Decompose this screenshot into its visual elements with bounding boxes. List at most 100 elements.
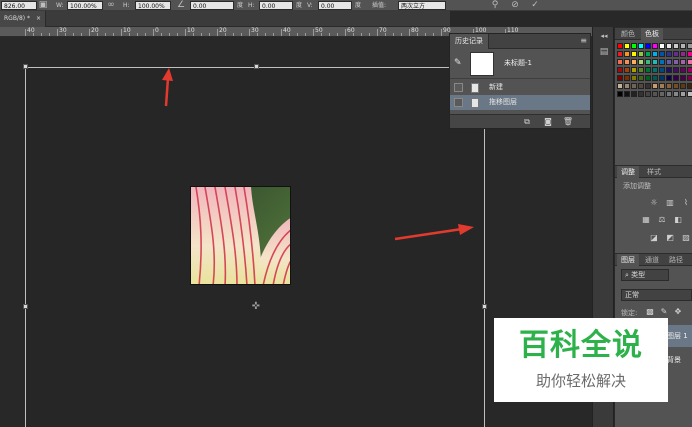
gradient-map-icon[interactable]: ▨ [681, 233, 691, 243]
brightness-icon[interactable]: ☼ [649, 198, 659, 208]
commit-transform-icon[interactable]: ✓ [530, 0, 540, 10]
invert-icon[interactable]: ◪ [649, 233, 659, 243]
color-swatch[interactable] [631, 83, 637, 89]
color-swatch[interactable] [631, 43, 637, 49]
lock-position-icon[interactable]: ✥ [673, 307, 683, 317]
color-swatch[interactable] [617, 83, 623, 89]
color-swatch[interactable] [673, 75, 679, 81]
color-swatch[interactable] [659, 83, 665, 89]
color-swatch[interactable] [666, 91, 672, 97]
hskew-field[interactable]: 0.00 [259, 1, 293, 10]
color-swatch[interactable] [652, 83, 658, 89]
color-swatch[interactable] [617, 43, 623, 49]
color-swatch[interactable] [680, 75, 686, 81]
tab-channels[interactable]: 通道 [641, 254, 663, 266]
collapse-dock-icon[interactable]: ◂◂ [596, 29, 612, 43]
color-swatch[interactable] [652, 43, 658, 49]
color-swatch[interactable] [645, 59, 651, 65]
transform-reference-point-icon[interactable]: ✜ [251, 302, 261, 312]
warp-mode-icon[interactable]: ⚲ [490, 0, 500, 10]
color-swatch[interactable] [687, 83, 692, 89]
color-swatch[interactable] [652, 59, 658, 65]
levels-icon[interactable]: ▥ [665, 198, 675, 208]
x-position-field[interactable]: 826.00 [1, 1, 37, 10]
color-swatch[interactable] [624, 91, 630, 97]
color-swatch[interactable] [624, 51, 630, 57]
color-swatch[interactable] [666, 51, 672, 57]
width-field[interactable]: 100.00% [67, 1, 103, 10]
color-swatch[interactable] [659, 91, 665, 97]
color-swatch[interactable] [687, 91, 692, 97]
history-source-box[interactable] [454, 98, 463, 107]
color-swatch[interactable] [638, 91, 644, 97]
new-document-from-state-icon[interactable]: ⧉ [521, 116, 533, 127]
document-tab-close[interactable]: × [36, 15, 41, 22]
color-swatch[interactable] [645, 67, 651, 73]
delete-state-icon[interactable]: 🗑 [562, 116, 574, 127]
color-swatch[interactable] [666, 43, 672, 49]
height-field[interactable]: 100.00% [135, 1, 171, 10]
color-swatch[interactable] [687, 67, 692, 73]
color-swatch[interactable] [645, 83, 651, 89]
tab-history[interactable]: 历史记录 [450, 34, 489, 49]
reference-point-icon[interactable]: ▣ [38, 0, 48, 10]
color-swatch[interactable] [687, 59, 692, 65]
interpolation-select[interactable]: 两次立方 [398, 1, 446, 10]
color-swatch[interactable] [631, 51, 637, 57]
cancel-transform-icon[interactable]: ⊘ [510, 0, 520, 10]
lock-transparent-icon[interactable]: ▩ [645, 307, 655, 317]
color-swatch[interactable] [673, 43, 679, 49]
color-swatch[interactable] [638, 75, 644, 81]
transform-handle-top-center[interactable] [254, 64, 259, 69]
color-swatch[interactable] [659, 67, 665, 73]
color-swatch[interactable] [624, 43, 630, 49]
new-snapshot-icon[interactable]: ◙ [542, 116, 554, 127]
color-swatch[interactable] [631, 59, 637, 65]
swatch-grid[interactable] [615, 41, 692, 101]
tab-swatches[interactable]: 色板 [641, 28, 663, 40]
tab-color[interactable]: 颜色 [617, 28, 639, 40]
history-brush-icon[interactable]: ✎ [454, 58, 462, 68]
color-swatch[interactable] [652, 91, 658, 97]
color-swatch[interactable] [624, 75, 630, 81]
vskew-field[interactable]: 0.00 [318, 1, 352, 10]
transform-handle-middle-left[interactable] [23, 304, 28, 309]
color-swatch[interactable] [666, 75, 672, 81]
transform-handle-middle-right[interactable] [482, 304, 487, 309]
color-swatch[interactable] [645, 91, 651, 97]
history-source-box[interactable] [454, 83, 463, 92]
color-swatch[interactable] [673, 83, 679, 89]
tab-paths[interactable]: 路径 [665, 254, 687, 266]
color-swatch[interactable] [687, 43, 692, 49]
color-swatch[interactable] [638, 83, 644, 89]
tab-styles[interactable]: 样式 [643, 166, 665, 178]
color-swatch[interactable] [631, 91, 637, 97]
transform-handle-top-left[interactable] [23, 64, 28, 69]
rotate-angle-field[interactable]: 0.00 [190, 1, 234, 10]
color-swatch[interactable] [631, 67, 637, 73]
history-item-new[interactable]: 新建 [450, 80, 590, 95]
tab-adjustments[interactable]: 调整 [617, 166, 639, 178]
color-swatch[interactable] [645, 43, 651, 49]
color-swatch[interactable] [631, 75, 637, 81]
color-swatch[interactable] [680, 59, 686, 65]
color-swatch[interactable] [624, 59, 630, 65]
color-swatch[interactable] [617, 59, 623, 65]
layer-filter-kind[interactable]: ⌕ 类型 [621, 269, 669, 281]
color-swatch[interactable] [666, 67, 672, 73]
color-swatch[interactable] [680, 51, 686, 57]
link-icon[interactable]: ∞ [106, 0, 116, 10]
lock-image-icon[interactable]: ✎ [659, 307, 669, 317]
color-swatch[interactable] [680, 83, 686, 89]
hue-saturation-icon[interactable]: ▦ [641, 215, 651, 225]
history-snapshot[interactable]: ✎ 未标题-1 [450, 49, 590, 79]
color-swatch[interactable] [652, 75, 658, 81]
color-swatch[interactable] [666, 59, 672, 65]
color-swatch[interactable] [687, 51, 692, 57]
history-panel-icon[interactable]: ▤ [596, 45, 612, 59]
color-swatch[interactable] [680, 91, 686, 97]
color-swatch[interactable] [687, 75, 692, 81]
color-swatch[interactable] [673, 59, 679, 65]
color-swatch[interactable] [617, 91, 623, 97]
blend-mode-select[interactable]: 正常 [621, 289, 692, 301]
